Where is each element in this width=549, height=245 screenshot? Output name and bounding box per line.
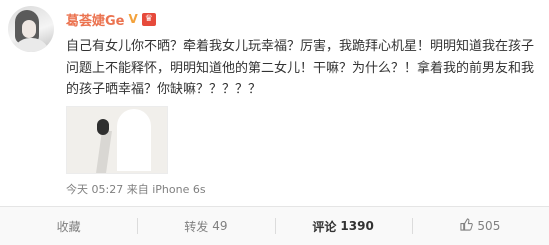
like-button[interactable]: 505 — [411, 207, 549, 245]
post-source: iPhone 6s — [152, 183, 206, 196]
source-prefix: 来自 — [126, 183, 149, 196]
favorite-button[interactable]: 收藏 — [0, 207, 137, 245]
like-count: 505 — [477, 219, 501, 233]
post-meta: 今天 05:27 来自 iPhone 6s — [66, 181, 206, 197]
author-avatar[interactable] — [8, 6, 54, 52]
author-row: 葛荟婕Ge V ♛ — [66, 10, 156, 29]
repost-button[interactable]: 转发 49 — [137, 207, 274, 245]
comment-count: 1390 — [340, 219, 374, 233]
post-text: 自己有女儿你不晒？牵着我女儿玩幸福？厉害，我跪拜心机星！明明知道我在孩子问题上不… — [66, 39, 535, 97]
comment-label: 评论 — [312, 219, 337, 234]
verified-icon[interactable]: V — [129, 12, 138, 26]
post-time[interactable]: 今天 05:27 — [66, 183, 123, 196]
comment-button[interactable]: 评论 1390 — [274, 207, 412, 245]
thumbs-up-icon — [460, 217, 474, 235]
repost-label: 转发 — [184, 219, 209, 234]
action-bar: 收藏 转发 49 评论 1390 505 — [0, 206, 549, 245]
member-crown-icon[interactable]: ♛ — [141, 12, 156, 26]
favorite-label: 收藏 — [56, 219, 81, 234]
repost-count: 49 — [212, 219, 228, 233]
author-name[interactable]: 葛荟婕Ge — [66, 10, 125, 29]
post-photo[interactable] — [66, 106, 168, 174]
